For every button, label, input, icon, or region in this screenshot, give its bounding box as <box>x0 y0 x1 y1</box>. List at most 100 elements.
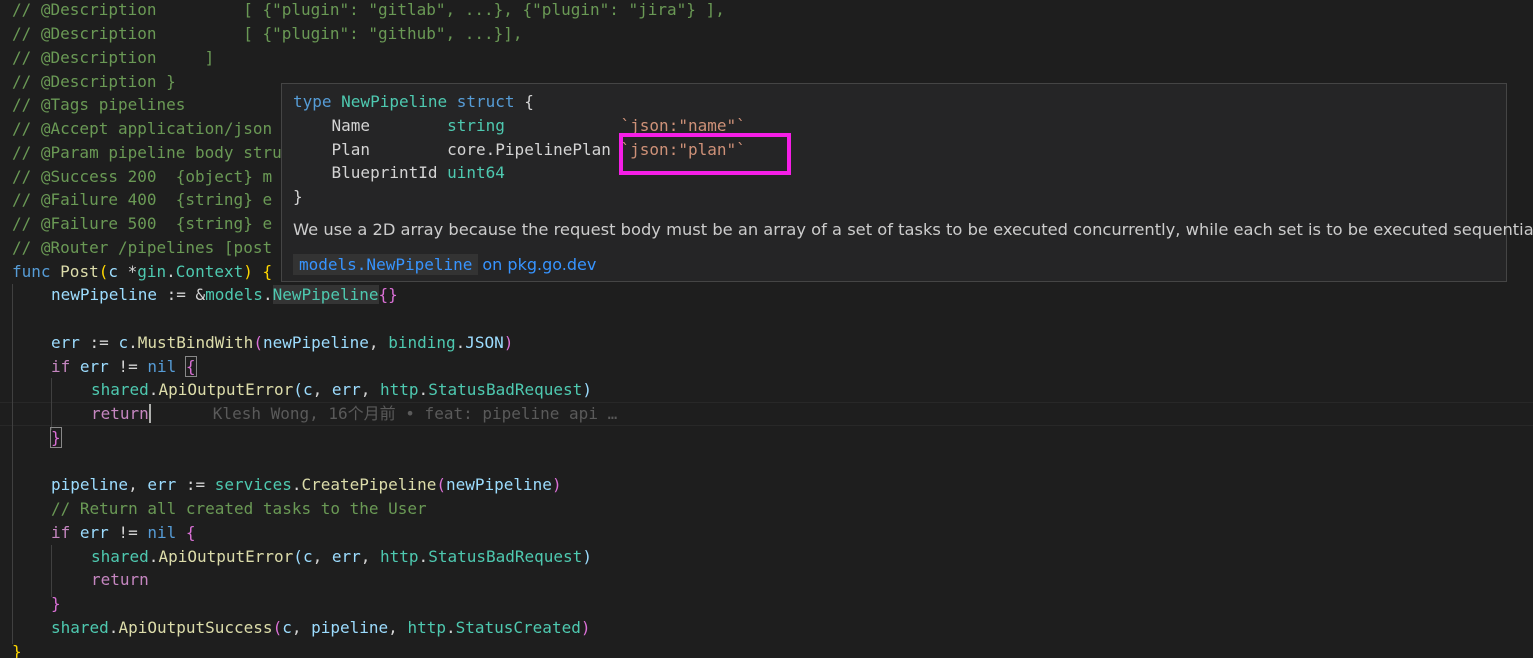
variable[interactable]: err <box>70 523 109 542</box>
dot: . <box>418 380 429 399</box>
argument[interactable]: c <box>303 547 313 566</box>
pointer-op: * <box>117 262 138 281</box>
variable[interactable]: newPipeline <box>51 285 157 304</box>
brace: { <box>176 523 196 542</box>
package-name[interactable]: services <box>215 475 292 494</box>
hover-decl-line: type NewPipeline struct { <box>293 90 746 114</box>
indent-guide <box>12 284 13 644</box>
package-name[interactable]: shared <box>51 618 109 637</box>
variable[interactable]: err <box>70 357 109 376</box>
argument[interactable]: pipeline <box>311 618 388 637</box>
keyword-func: func <box>12 262 51 281</box>
code-line-if: if err != nil { <box>51 521 196 545</box>
dot: . <box>128 333 138 352</box>
type-name[interactable]: Context <box>176 262 243 281</box>
package-name[interactable]: http <box>407 618 446 637</box>
brace: { <box>514 92 534 111</box>
code-line-comment: // @Description [ {"plugin": "gitlab", .… <box>12 0 725 19</box>
keyword-nil: nil <box>147 523 177 542</box>
comma: , <box>360 547 381 566</box>
code-line-comment: // @Description } <box>12 72 176 91</box>
matched-bracket: { <box>184 356 197 377</box>
field-tag: `json:"name"` <box>610 115 746 135</box>
package-name[interactable]: http <box>380 547 419 566</box>
field-name: Plan <box>293 139 448 159</box>
package-name[interactable]: gin <box>137 262 166 281</box>
variable[interactable]: c <box>118 333 128 352</box>
param-name: c <box>108 262 118 281</box>
comma: , <box>388 618 408 637</box>
variable[interactable]: err <box>147 475 176 494</box>
argument[interactable]: c <box>282 618 292 637</box>
dot: . <box>455 333 466 352</box>
indent-guide <box>51 378 52 430</box>
function-name[interactable]: ApiOutputError <box>158 547 293 566</box>
package-name[interactable]: binding <box>388 333 455 352</box>
pkg-go-dev-link[interactable]: on pkg.go.dev <box>482 255 596 274</box>
code-line-func-signature: func Post(c *gin.Context) { <box>12 260 272 284</box>
hover-links: models.NewPipeline on pkg.go.dev <box>293 254 596 275</box>
code-line-comment: // Return all created tasks to the User <box>51 499 427 518</box>
dot: . <box>148 547 159 566</box>
constant[interactable]: StatusBadRequest <box>428 380 582 399</box>
git-blame-annotation[interactable]: Klesh Wong, 16个月前 • feat: pipeline api … <box>213 404 617 423</box>
paren: ( <box>293 380 303 399</box>
dot: . <box>418 547 429 566</box>
hovered-type-name[interactable]: NewPipeline <box>272 285 379 304</box>
code-line-return-current: return Klesh Wong, 16个月前 • feat: pipeline… <box>91 402 617 426</box>
code-line-close-brace: } <box>51 594 61 613</box>
keyword-if: if <box>51 357 71 376</box>
keyword-return: return <box>91 404 149 423</box>
package-name[interactable]: shared <box>91 380 149 399</box>
brace: } <box>293 187 303 207</box>
comma: , <box>360 380 381 399</box>
package-name[interactable]: models <box>205 285 263 304</box>
variable[interactable]: pipeline <box>51 475 128 494</box>
code-line-comment: // @Failure 500 {string} e <box>12 214 273 233</box>
code-line-create-pipeline: pipeline, err := services.CreatePipeline… <box>51 473 562 497</box>
paren: ) <box>582 547 592 566</box>
code-line-if: if err != nil { <box>51 355 197 379</box>
code-line-comment: // @Success 200 {object} m <box>12 167 273 186</box>
function-name[interactable]: ApiOutputSuccess <box>118 618 272 637</box>
code-editor[interactable]: // @Description [ {"plugin": "gitlab", .… <box>0 0 1533 658</box>
package-name[interactable]: shared <box>91 547 149 566</box>
comma: , <box>312 547 332 566</box>
method-name[interactable]: MustBindWith <box>138 333 254 352</box>
comma: , <box>128 475 148 494</box>
argument[interactable]: newPipeline <box>446 475 552 494</box>
function-name[interactable]: Post <box>60 262 99 281</box>
matched-bracket: } <box>50 427 62 448</box>
argument[interactable]: err <box>332 380 361 399</box>
hover-divider <box>282 217 1506 218</box>
code-line-api-output-success: shared.ApiOutputSuccess(c, pipeline, htt… <box>51 616 590 640</box>
code-line-close-brace: } <box>12 642 22 658</box>
hover-doc-text: We use a 2D array because the request bo… <box>293 220 1533 239</box>
argument[interactable]: c <box>303 380 313 399</box>
argument[interactable]: err <box>332 547 361 566</box>
operator: := & <box>156 285 206 304</box>
type-name: NewPipeline <box>331 92 448 111</box>
code-line-comment: // @Param pipeline body struct <box>12 143 301 162</box>
variable[interactable]: err <box>51 333 80 352</box>
operator: := <box>176 475 215 494</box>
constant[interactable]: JSON <box>465 333 504 352</box>
code-line-comment: // @Router /pipelines [post <box>12 238 273 257</box>
symbol-link[interactable]: models.NewPipeline <box>293 254 479 275</box>
hover-tooltip[interactable]: type NewPipeline struct { Name string `j… <box>281 83 1533 282</box>
constant[interactable]: StatusCreated <box>456 618 581 637</box>
code-line-mustbind: err := c.MustBindWith(newPipeline, bindi… <box>51 331 513 355</box>
paren: ) <box>582 380 592 399</box>
function-name[interactable]: ApiOutputError <box>158 380 293 399</box>
package-name[interactable]: http <box>380 380 419 399</box>
paren: ( <box>272 618 283 637</box>
constant[interactable]: StatusBadRequest <box>428 547 582 566</box>
dot: . <box>262 285 273 304</box>
braces: {} <box>378 285 398 304</box>
keyword-if: if <box>51 523 71 542</box>
paren: ( <box>98 262 109 281</box>
operator: := <box>79 333 119 352</box>
function-name[interactable]: CreatePipeline <box>301 475 436 494</box>
dot: . <box>108 618 119 637</box>
argument[interactable]: newPipeline <box>263 333 369 352</box>
